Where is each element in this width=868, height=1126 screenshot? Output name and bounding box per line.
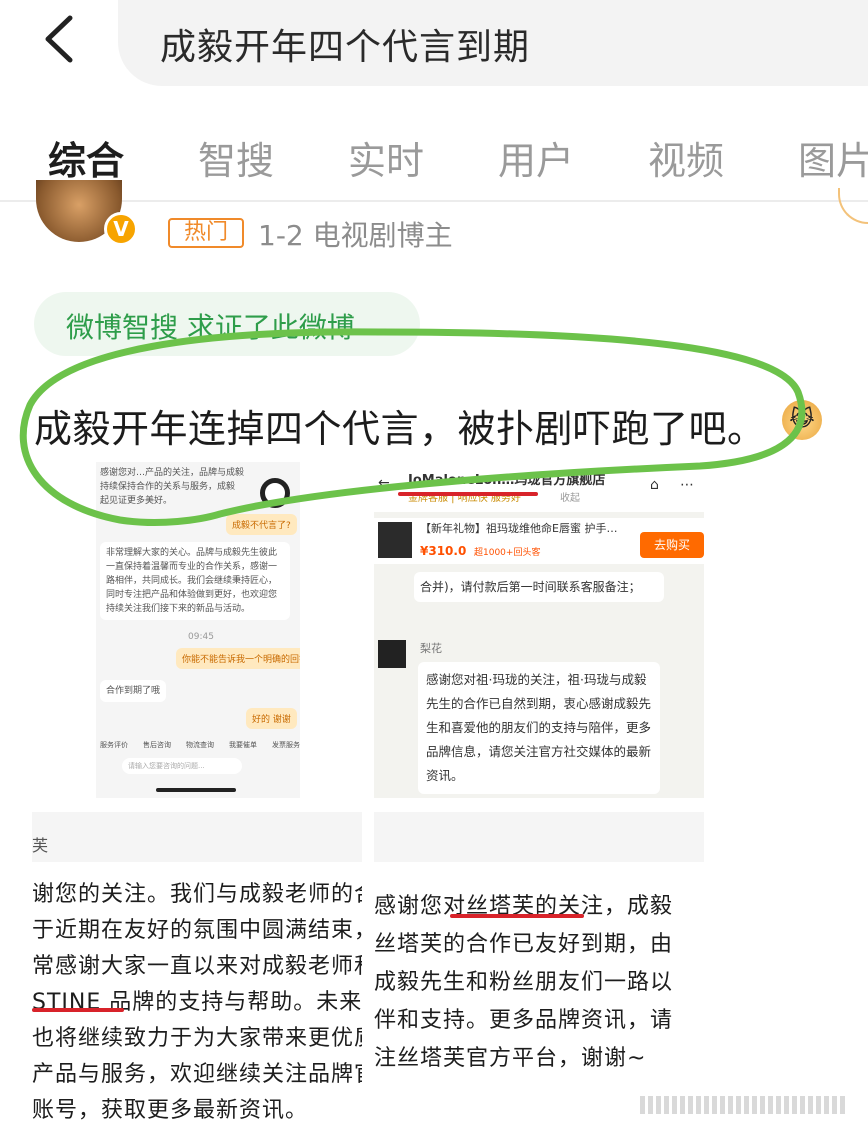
watermark [640,1096,860,1118]
green-annotation-circle [19,328,806,526]
search-results-page: 成毅开年四个代言到期 综合 智搜 实时 用户 视频 图片 V 热门 1-2 电视… [0,0,868,1126]
